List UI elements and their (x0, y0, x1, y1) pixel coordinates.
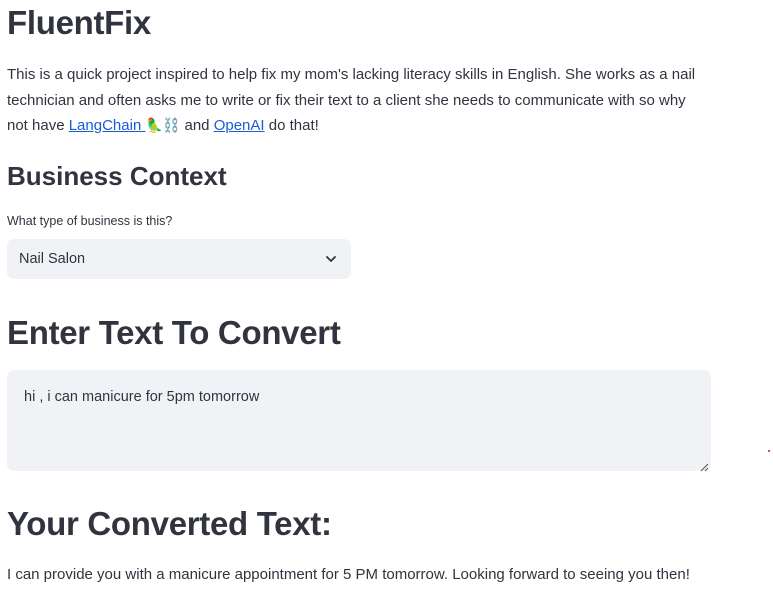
app-title: FluentFix (7, 4, 151, 41)
business-type-selected-value: Nail Salon (19, 251, 86, 267)
status-dot (768, 450, 770, 452)
text-input-container: hi , i can manicure for 5pm tomorrow (7, 370, 711, 472)
openai-link[interactable]: OpenAI (214, 117, 265, 134)
enter-text-heading: Enter Text To Convert (7, 314, 341, 351)
business-type-select[interactable]: Nail Salon (7, 239, 351, 279)
business-context-heading: Business Context (7, 161, 227, 191)
text-to-convert-input[interactable]: hi , i can manicure for 5pm tomorrow (7, 370, 711, 471)
intro-text-middle: and (180, 117, 214, 134)
resize-handle-icon[interactable] (699, 459, 709, 472)
intro-paragraph: This is a quick project inspired to help… (7, 62, 707, 139)
intro-text-after: do that! (264, 117, 319, 134)
langchain-link[interactable]: LangChain 🦜⛓️ (69, 117, 181, 134)
parrot-chain-emoji-icon: 🦜⛓️ (145, 117, 181, 133)
business-type-label: What type of business is this? (7, 214, 173, 228)
converted-text-output: I can provide you with a manicure appoin… (7, 566, 690, 583)
converted-text-heading: Your Converted Text: (7, 505, 332, 542)
langchain-link-label: LangChain (68, 117, 142, 134)
chevron-down-icon (323, 251, 339, 267)
